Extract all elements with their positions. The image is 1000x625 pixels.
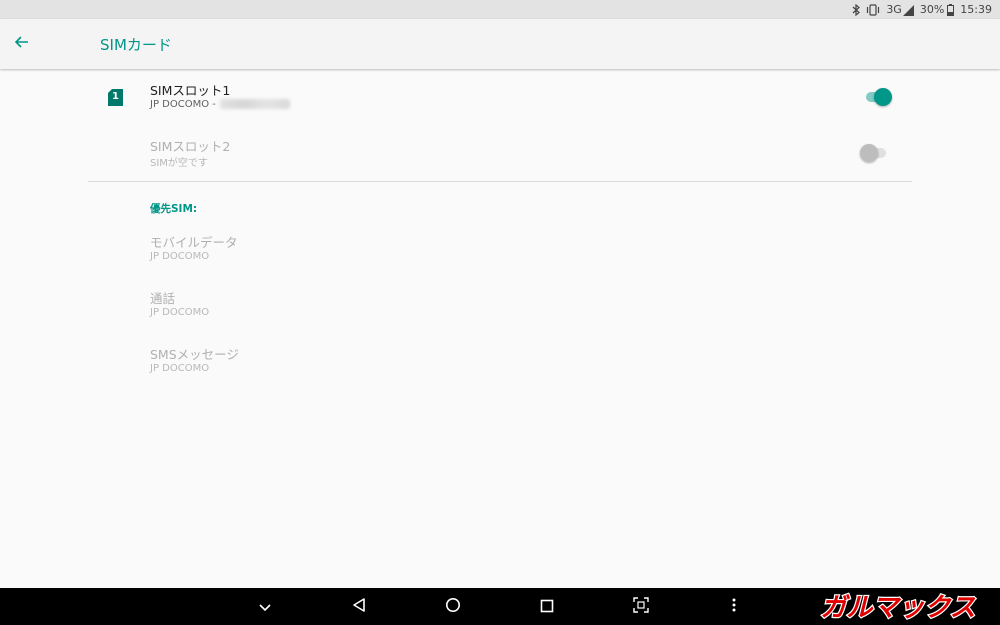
bluetooth-icon <box>852 3 861 17</box>
sim-slot-2-subtitle: SIMが空です <box>150 158 208 169</box>
nav-more-button[interactable] <box>722 595 746 619</box>
sim-slot-1-switch[interactable] <box>866 88 892 106</box>
screenshot-icon <box>633 597 649 617</box>
signal-icon <box>902 3 914 17</box>
chevron-down-icon <box>258 598 272 617</box>
sms-row: SMSメッセージ JP DOCOMO <box>0 338 1000 394</box>
battery-text: 30% <box>919 3 945 16</box>
sms-title: SMSメッセージ <box>150 347 239 362</box>
status-bar: 3G 30% 15:39 <box>0 0 1000 19</box>
calls-subtitle: JP DOCOMO <box>150 307 210 318</box>
app-bar: SIMカード <box>0 19 1000 69</box>
sim-slot-1-title: SIMスロット1 <box>150 83 231 98</box>
hide-nav-button[interactable] <box>253 595 277 619</box>
sim-slot-2-title: SIMスロット2 <box>150 139 231 154</box>
network-type: 3G <box>886 3 902 16</box>
vibrate-icon <box>866 3 880 17</box>
arrow-left-icon <box>14 34 30 54</box>
sim-card-badge: 1 <box>112 91 119 102</box>
sim-slot-1-subtitle: JP DOCOMO - <box>150 99 290 110</box>
mobile-data-row: モバイルデータ JP DOCOMO <box>0 226 1000 282</box>
nav-recents-button[interactable] <box>535 595 559 619</box>
nav-back-button[interactable] <box>347 595 371 619</box>
sim-slot-1-carrier: JP DOCOMO - <box>150 99 216 110</box>
page-title: SIMカード <box>100 36 172 54</box>
sms-subtitle: JP DOCOMO <box>150 363 210 374</box>
sim-slot-2-row: SIMスロット2 SIMが空です <box>0 125 1000 181</box>
nav-home-button[interactable] <box>441 595 465 619</box>
recents-square-icon <box>540 598 554 617</box>
sim-slot-1-row[interactable]: SIMスロット1 JP DOCOMO - <box>0 69 1000 125</box>
switch-thumb <box>874 88 892 106</box>
calls-row: 通話 JP DOCOMO <box>0 282 1000 338</box>
home-circle-icon <box>445 597 461 617</box>
mobile-data-subtitle: JP DOCOMO <box>150 251 210 262</box>
back-triangle-icon <box>352 597 366 617</box>
calls-title: 通話 <box>150 291 176 306</box>
sim-slot-2-switch <box>860 144 886 162</box>
screenshot-button[interactable] <box>629 595 653 619</box>
clock: 15:39 <box>960 3 992 16</box>
mobile-data-title: モバイルデータ <box>150 235 238 250</box>
watermark-text: ガルマックス <box>820 593 975 623</box>
battery-icon <box>947 3 955 17</box>
divider <box>88 181 912 182</box>
more-vert-icon <box>731 597 737 617</box>
sim-card-icon: 1 <box>108 89 123 106</box>
watermark-logo: ガルマックス <box>798 589 998 624</box>
switch-thumb <box>860 144 878 162</box>
back-button[interactable] <box>10 32 34 56</box>
preferred-sim-header: 優先SIM: <box>150 203 198 215</box>
redacted-number <box>219 99 290 109</box>
